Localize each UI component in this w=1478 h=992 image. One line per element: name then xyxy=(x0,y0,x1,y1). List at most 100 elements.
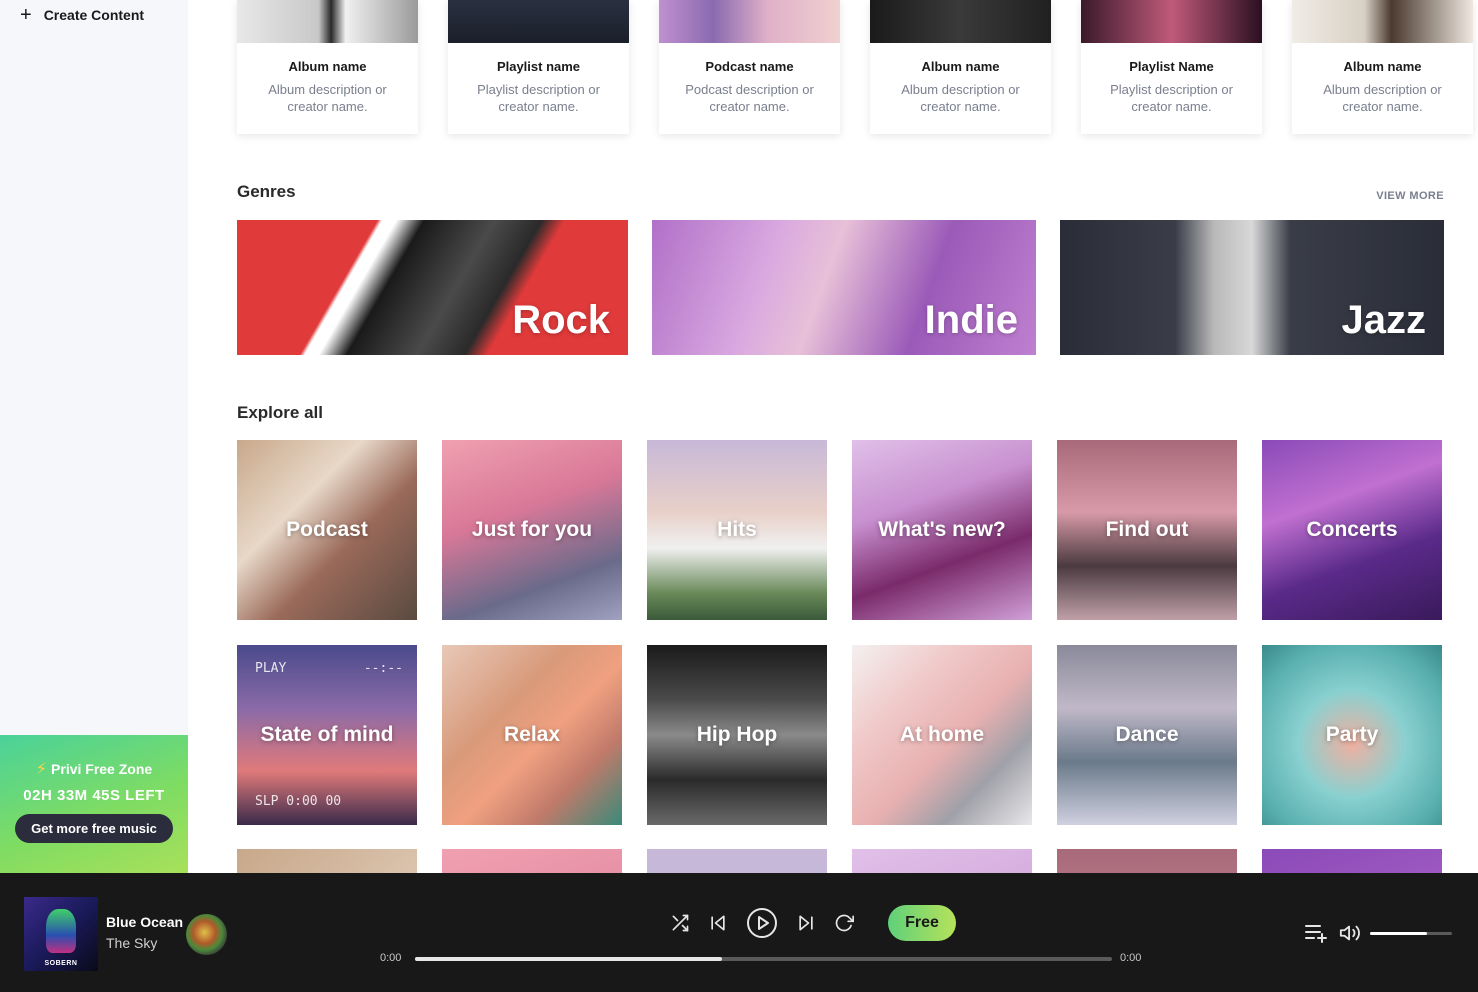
explore-tile[interactable] xyxy=(852,849,1032,873)
progress-bar[interactable] xyxy=(415,957,1112,961)
explore-tile[interactable] xyxy=(442,849,622,873)
plus-icon: + xyxy=(20,4,32,26)
explore-tile-just-for-you[interactable]: Just for you xyxy=(442,440,622,620)
main-content: Album name Album description or creator … xyxy=(188,0,1478,873)
time-total: 0:00 xyxy=(1120,952,1142,964)
now-playing-cover[interactable]: SOBERN xyxy=(24,897,98,971)
queue-icon[interactable] xyxy=(1304,922,1328,949)
media-card-row: Album name Album description or creator … xyxy=(237,0,1473,134)
explore-tile-hits[interactable]: Hits xyxy=(647,440,827,620)
explore-row-2: PLAY --:-- State of mind SLP 0:00 00 Rel… xyxy=(237,645,1446,825)
card-cover-image xyxy=(237,0,418,43)
shuffle-icon[interactable] xyxy=(670,913,690,933)
tile-label: Party xyxy=(1325,723,1379,746)
media-card[interactable]: Playlist name Playlist description or cr… xyxy=(448,0,629,134)
cover-art-figure xyxy=(46,909,76,953)
tile-label: Relax xyxy=(503,723,561,746)
progress-fill xyxy=(415,957,722,961)
media-card[interactable]: Album name Album description or creator … xyxy=(870,0,1051,134)
explore-row-3-partial xyxy=(237,849,1446,873)
genres-heading: Genres xyxy=(237,182,296,201)
genre-card-rock[interactable]: Rock xyxy=(237,220,628,355)
tile-label: Concerts xyxy=(1306,518,1398,541)
card-title: Playlist name xyxy=(496,59,581,74)
tile-label: Just for you xyxy=(471,518,593,541)
app-root: + Create Content ⚡︎ Privi Free Zone 02H … xyxy=(0,0,1478,992)
explore-tile[interactable] xyxy=(237,849,417,873)
genre-card-jazz[interactable]: Jazz xyxy=(1060,220,1444,355)
card-title: Podcast name xyxy=(705,59,794,74)
card-cover-image xyxy=(659,0,840,43)
explore-tile-dance[interactable]: Dance xyxy=(1057,645,1237,825)
card-description: Album description or creator name. xyxy=(901,82,1020,114)
artist-avatar[interactable] xyxy=(186,914,227,955)
free-zone-title-row: ⚡︎ Privi Free Zone xyxy=(36,759,152,779)
volume-slider[interactable] xyxy=(1370,932,1452,935)
genre-label: Indie xyxy=(924,298,1018,342)
volume-icon[interactable] xyxy=(1338,922,1362,949)
explore-tile-hip-hop[interactable]: Hip Hop xyxy=(647,645,827,825)
tile-overlay-time: --:-- xyxy=(363,661,403,676)
explore-row-1: Podcast Just for you Hits What's new? Fi… xyxy=(237,440,1446,620)
track-title[interactable]: Blue Ocean xyxy=(106,914,183,930)
media-card[interactable]: Album name Album description or creator … xyxy=(1292,0,1473,134)
tile-label: Dance xyxy=(1115,723,1179,746)
card-description: Playlist description or creator name. xyxy=(477,82,600,114)
tile-overlay-slp: SLP 0:00 00 xyxy=(255,794,342,809)
tile-label: At home xyxy=(900,723,984,746)
media-card[interactable]: Playlist Name Playlist description or cr… xyxy=(1081,0,1262,134)
explore-all-heading: Explore all xyxy=(237,403,323,422)
create-content-label: Create Content xyxy=(43,7,145,23)
get-more-free-music-button[interactable]: Get more free music xyxy=(15,814,173,843)
card-title: Album name xyxy=(288,59,367,74)
explore-tile-party[interactable]: Party xyxy=(1262,645,1442,825)
player-bar: SOBERN Blue Ocean The Sky Free 0:00 0:00 xyxy=(0,873,1478,992)
explore-tile-whats-new[interactable]: What's new? xyxy=(852,440,1032,620)
previous-track-icon[interactable] xyxy=(708,913,728,933)
explore-tile[interactable] xyxy=(1262,849,1442,873)
explore-tile[interactable] xyxy=(647,849,827,873)
create-content-button[interactable]: + Create Content xyxy=(20,4,145,26)
explore-tile-at-home[interactable]: At home xyxy=(852,645,1032,825)
next-track-icon[interactable] xyxy=(796,913,816,933)
explore-tile-state-of-mind[interactable]: PLAY --:-- State of mind SLP 0:00 00 xyxy=(237,645,417,825)
tile-label: State of mind xyxy=(260,723,394,746)
card-cover-image xyxy=(870,0,1051,43)
free-zone-banner: ⚡︎ Privi Free Zone 02H 33M 45S LEFT Get … xyxy=(0,735,188,873)
tile-overlay-play: PLAY xyxy=(255,661,287,676)
lightning-icon: ⚡︎ xyxy=(35,761,48,778)
free-button[interactable]: Free xyxy=(888,905,956,941)
tile-label: Podcast xyxy=(286,518,368,541)
explore-tile-find-out[interactable]: Find out xyxy=(1057,440,1237,620)
card-title: Album name xyxy=(1343,59,1422,74)
explore-tile-concerts[interactable]: Concerts xyxy=(1262,440,1442,620)
genre-label: Jazz xyxy=(1341,298,1427,342)
genre-row: Rock Indie Jazz xyxy=(237,220,1444,355)
card-cover-image xyxy=(1292,0,1473,43)
repeat-icon[interactable] xyxy=(834,913,854,933)
card-cover-image xyxy=(448,0,629,43)
media-card[interactable]: Podcast name Podcast description or crea… xyxy=(659,0,840,134)
play-button[interactable] xyxy=(746,907,778,939)
view-more-link[interactable]: VIEW MORE xyxy=(1376,190,1444,202)
free-zone-timer: 02H 33M 45S LEFT xyxy=(23,787,165,804)
volume-fill xyxy=(1370,932,1428,935)
card-description: Podcast description or creator name. xyxy=(685,82,814,114)
playback-controls: Free xyxy=(670,905,956,941)
card-cover-image xyxy=(1081,0,1262,43)
explore-tile-relax[interactable]: Relax xyxy=(442,645,622,825)
tile-label: Find out xyxy=(1105,518,1189,541)
tile-label: What's new? xyxy=(878,518,1006,541)
media-card[interactable]: Album name Album description or creator … xyxy=(237,0,418,134)
genre-label: Rock xyxy=(512,298,610,342)
card-description: Album description or creator name. xyxy=(1323,82,1442,114)
card-description: Album description or creator name. xyxy=(268,82,387,114)
genre-card-indie[interactable]: Indie xyxy=(652,220,1036,355)
time-current: 0:00 xyxy=(380,952,402,964)
card-title: Playlist Name xyxy=(1129,59,1214,74)
explore-tile-podcast[interactable]: Podcast xyxy=(237,440,417,620)
tile-label: Hip Hop xyxy=(696,723,778,746)
tile-label: Hits xyxy=(717,518,757,541)
explore-tile[interactable] xyxy=(1057,849,1237,873)
track-artist[interactable]: The Sky xyxy=(106,935,157,951)
